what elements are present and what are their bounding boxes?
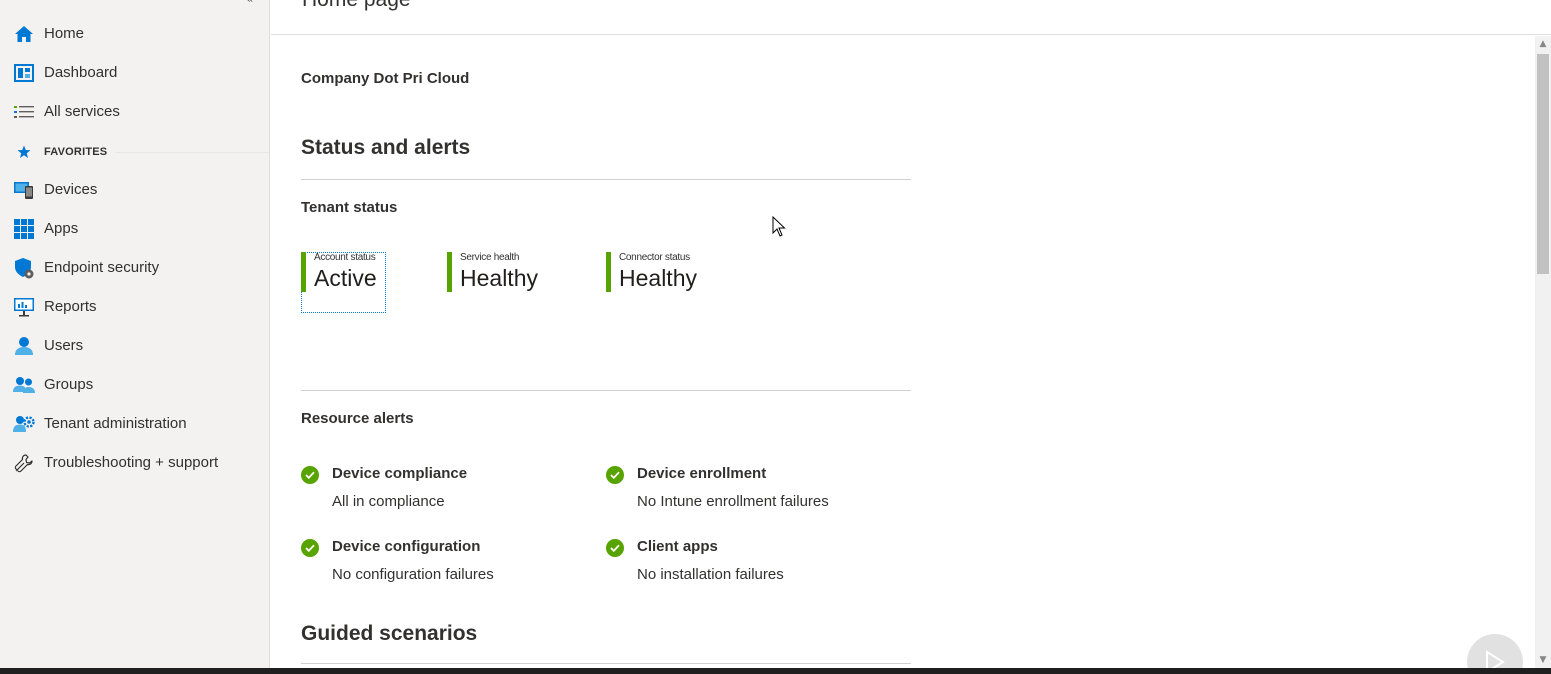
alert-title: Device enrollment: [637, 465, 767, 482]
alert-title: Device configuration: [332, 538, 481, 555]
sidebar-item-apps[interactable]: Apps: [0, 209, 270, 248]
alert-title: Device compliance: [332, 465, 468, 482]
alert-description: No Intune enrollment failures: [637, 493, 829, 510]
star-icon: [13, 142, 35, 162]
alert-title: Client apps: [637, 538, 718, 555]
alert-description: All in compliance: [332, 493, 445, 510]
sidebar: « Home Dashboard All services FAVORITES …: [0, 0, 270, 674]
check-circle-icon: [301, 466, 319, 484]
taskbar: [0, 668, 1551, 674]
section-divider: [301, 179, 911, 180]
shield-icon: [13, 257, 35, 278]
sidebar-item-endpoint-security[interactable]: Endpoint security: [0, 248, 270, 287]
sidebar-item-reports[interactable]: Reports: [0, 287, 270, 326]
main-content: Company Dot Pri Cloud Status and alerts …: [271, 36, 1535, 668]
sidebar-item-dashboard[interactable]: Dashboard: [0, 53, 270, 92]
tile-label: Connector status: [619, 252, 690, 263]
vertical-scrollbar[interactable]: ▲ ▼: [1535, 36, 1551, 668]
dashboard-icon: [13, 63, 35, 83]
sidebar-item-label: Dashboard: [44, 64, 118, 81]
sidebar-item-label: Endpoint security: [44, 259, 160, 276]
scroll-thumb[interactable]: [1537, 54, 1549, 274]
sidebar-item-devices[interactable]: Devices: [0, 170, 270, 209]
sidebar-item-home[interactable]: Home: [0, 14, 270, 53]
list-icon: [13, 102, 35, 122]
resource-alerts-heading: Resource alerts: [301, 410, 414, 427]
sidebar-item-label: All services: [44, 103, 120, 120]
home-icon: [13, 24, 35, 44]
sidebar-item-label: Groups: [44, 376, 94, 393]
page-title: Home page: [302, 0, 411, 12]
sidebar-item-groups[interactable]: Groups: [0, 365, 270, 404]
status-alerts-heading: Status and alerts: [301, 136, 471, 159]
tenant-status-heading: Tenant status: [301, 199, 398, 216]
devices-icon: [13, 180, 35, 200]
section-divider: [301, 390, 911, 391]
favorites-label: FAVORITES: [44, 145, 108, 158]
check-circle-icon: [606, 539, 624, 557]
reports-icon: [13, 297, 35, 317]
sidebar-item-users[interactable]: Users: [0, 326, 270, 365]
sidebar-item-troubleshooting-support[interactable]: Troubleshooting + support: [0, 443, 270, 482]
tile-value: Healthy: [460, 265, 538, 291]
sidebar-item-all-services[interactable]: All services: [0, 92, 270, 131]
sidebar-item-label: Devices: [44, 181, 98, 198]
tile-label: Service health: [460, 252, 520, 263]
sidebar-item-tenant-administration[interactable]: Tenant administration: [0, 404, 270, 443]
tile-value: Healthy: [619, 265, 697, 291]
section-divider: [301, 663, 911, 664]
apps-icon: [13, 218, 35, 239]
scroll-up-icon[interactable]: ▲: [1535, 36, 1551, 52]
sidebar-item-label: Troubleshooting + support: [44, 454, 219, 471]
wrench-icon: [13, 453, 35, 473]
alert-description: No installation failures: [637, 566, 784, 583]
sidebar-item-label: Users: [44, 337, 84, 354]
check-circle-icon: [606, 466, 624, 484]
scroll-down-icon[interactable]: ▼: [1535, 652, 1551, 668]
collapse-sidebar-button[interactable]: «: [246, 0, 262, 8]
favorites-divider: [116, 152, 270, 153]
service-health-tile[interactable]: Service health Healthy: [447, 252, 538, 292]
alert-description: No configuration failures: [332, 566, 494, 583]
page-header: Home page: [271, 0, 1551, 35]
connector-status-tile[interactable]: Connector status Healthy: [606, 252, 697, 292]
tenant-admin-icon: [13, 414, 35, 434]
check-circle-icon: [301, 539, 319, 557]
account-status-tile[interactable]: Account status Active: [301, 252, 377, 292]
tile-value: Active: [314, 265, 377, 291]
sidebar-item-label: Apps: [44, 220, 79, 237]
sidebar-item-label: Tenant administration: [44, 415, 187, 432]
tenant-name: Company Dot Pri Cloud: [301, 70, 470, 87]
guided-scenarios-heading: Guided scenarios: [301, 622, 478, 645]
sidebar-item-label: Reports: [44, 298, 97, 315]
tile-label: Account status: [314, 252, 376, 263]
groups-icon: [13, 375, 35, 395]
mouse-cursor-icon: [772, 215, 786, 238]
user-icon: [13, 336, 35, 356]
sidebar-item-label: Home: [44, 25, 85, 42]
